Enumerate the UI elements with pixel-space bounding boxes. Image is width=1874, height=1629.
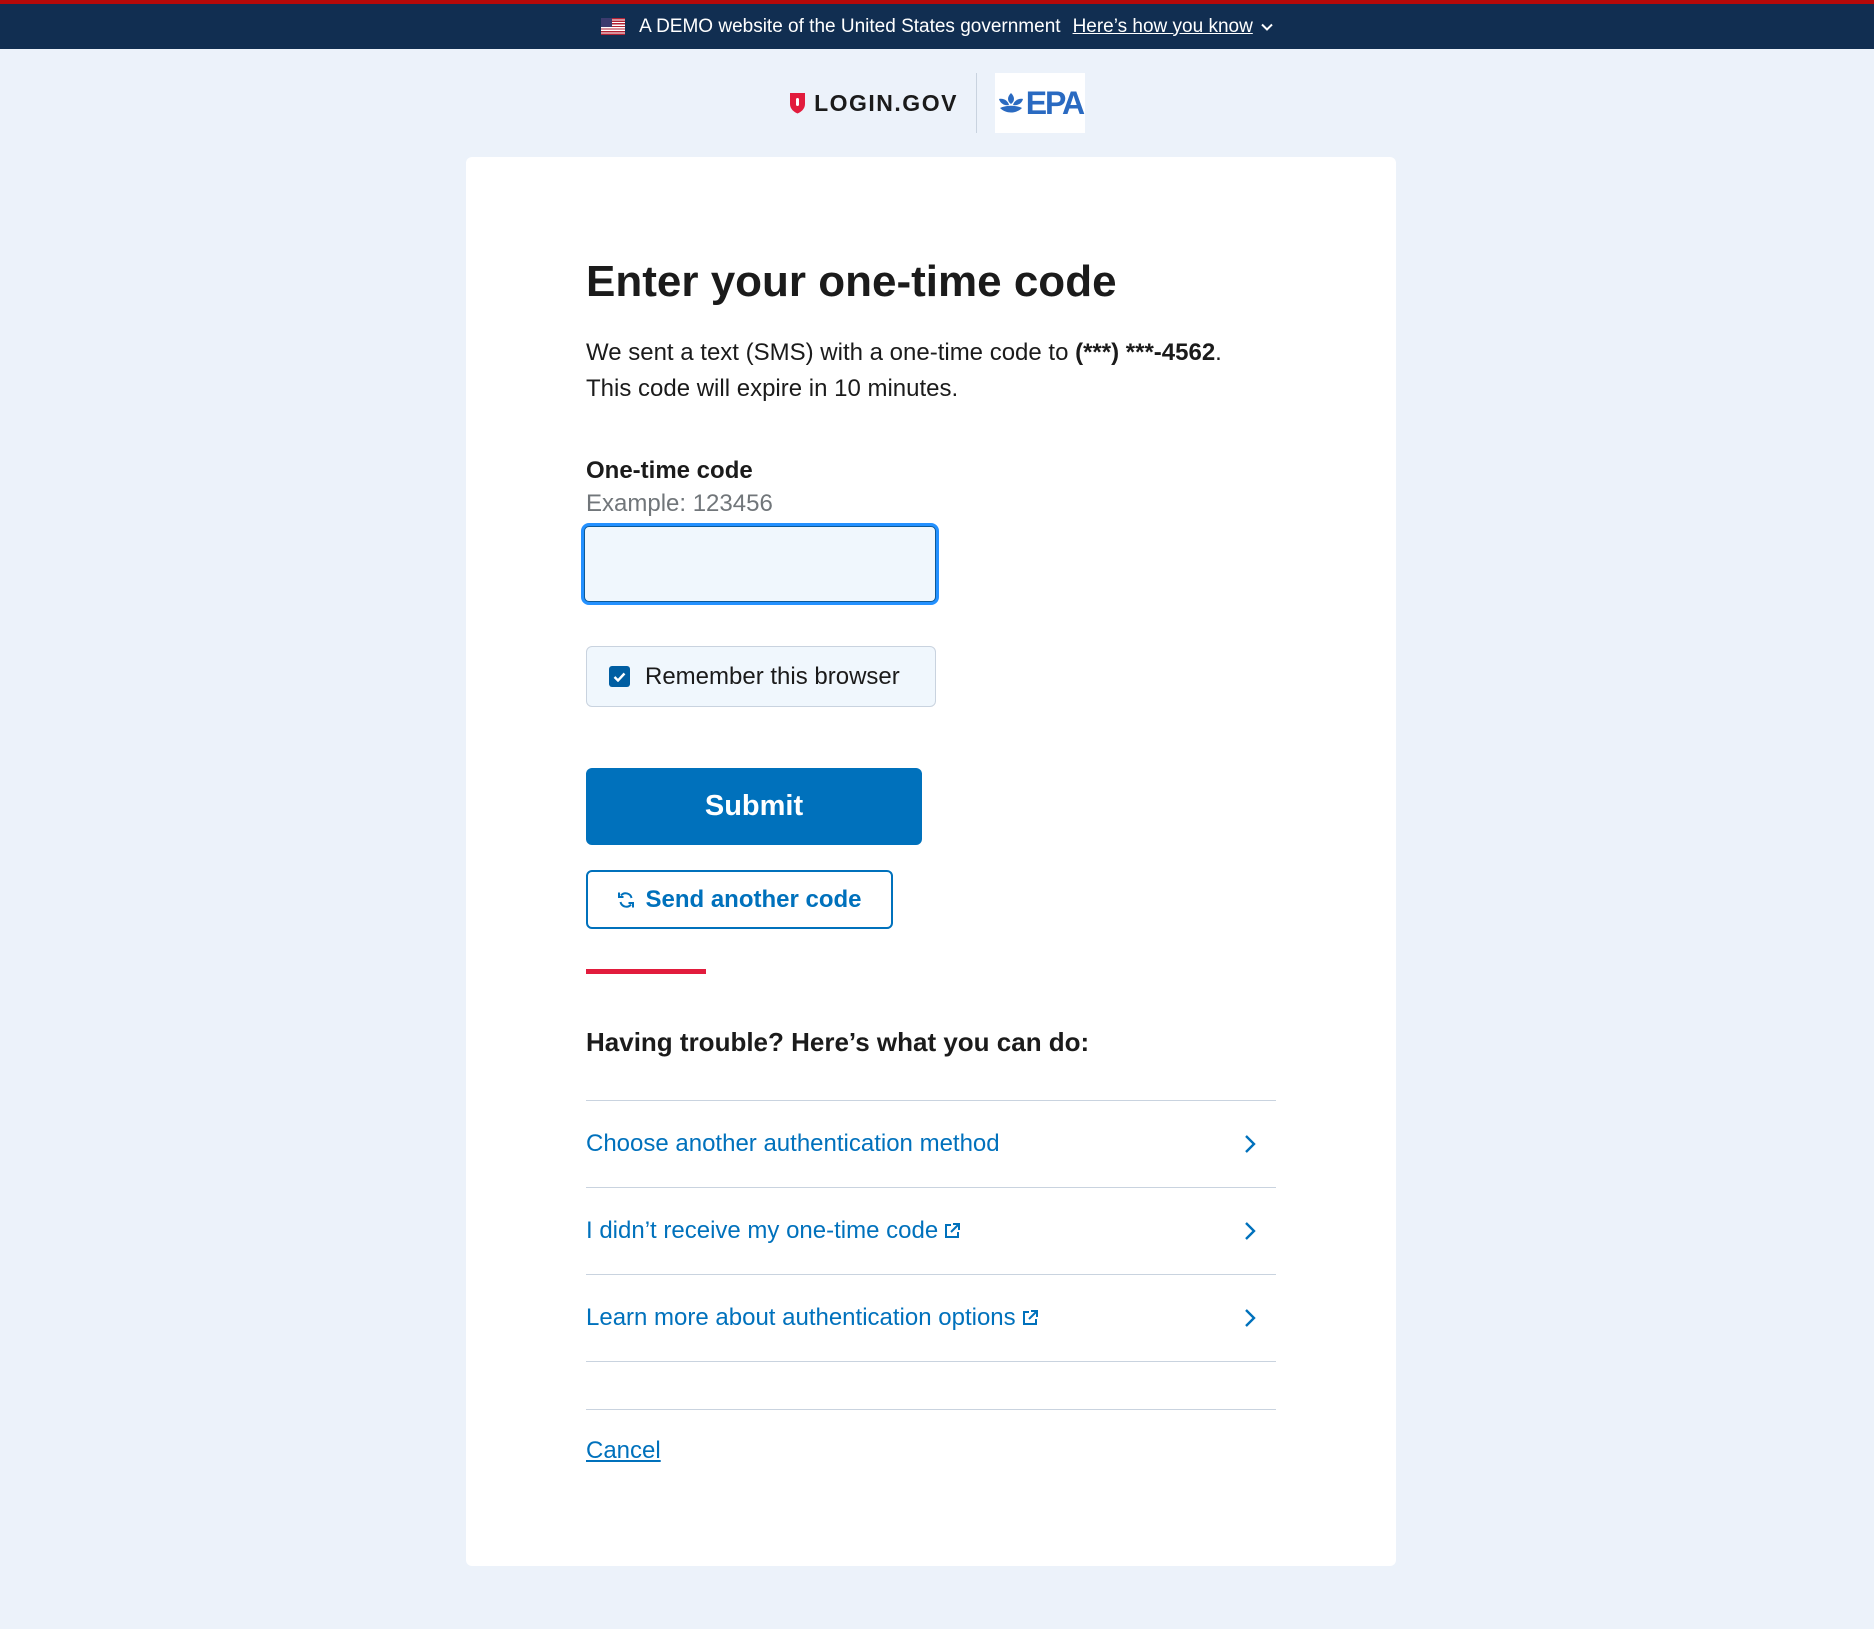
trouble-item-label: Choose another authentication method xyxy=(586,1130,1000,1158)
choose-another-method-link[interactable]: Choose another authentication method xyxy=(586,1101,1276,1188)
logingov-text: LOGIN.GOV xyxy=(814,89,958,116)
us-flag-icon xyxy=(601,18,626,35)
epa-text: EPA xyxy=(1025,84,1085,121)
code-field-hint: Example: 123456 xyxy=(586,490,773,517)
logo-divider xyxy=(975,73,977,133)
trouble-item-text: Choose another authentication method xyxy=(586,1130,1000,1157)
cancel-link[interactable]: Cancel xyxy=(586,1437,661,1465)
banner-link-label: Here’s how you know xyxy=(1072,15,1253,37)
trouble-item-label: I didn’t receive my one-time code xyxy=(586,1217,961,1245)
intro-prefix: We sent a text (SMS) with a one-time cod… xyxy=(586,339,1076,366)
trouble-heading: Having trouble? Here’s what you can do: xyxy=(586,1027,1090,1057)
shield-icon xyxy=(789,92,806,114)
accent-divider xyxy=(586,969,706,974)
submit-button[interactable]: Submit xyxy=(586,768,922,845)
masked-phone-number: (***) ***-4562 xyxy=(1075,339,1216,366)
gov-banner: A DEMO website of the United States gove… xyxy=(0,0,1874,49)
heres-how-you-know-link[interactable]: Here’s how you know xyxy=(1073,16,1273,38)
intro-suffix: . xyxy=(1215,339,1222,366)
one-time-code-input[interactable] xyxy=(581,523,939,605)
intro-text: We sent a text (SMS) with a one-time cod… xyxy=(586,335,1276,407)
trouble-item-text: Learn more about authentication options xyxy=(586,1304,1016,1331)
refresh-icon xyxy=(617,891,635,909)
external-link-icon xyxy=(1021,1309,1039,1327)
send-another-code-button[interactable]: Send another code xyxy=(586,870,893,929)
epa-logo: EPA xyxy=(994,73,1085,133)
chevron-right-icon xyxy=(1244,1221,1256,1241)
logingov-logo: LOGIN.GOV xyxy=(789,90,976,117)
epa-flower-icon xyxy=(997,89,1025,117)
trouble-item-text: I didn’t receive my one-time code xyxy=(586,1217,939,1244)
trouble-item-label: Learn more about authentication options xyxy=(586,1304,1039,1332)
remember-browser-checkbox[interactable]: Remember this browser xyxy=(586,646,936,707)
chevron-down-icon xyxy=(1261,23,1273,31)
logo-row: LOGIN.GOV EPA xyxy=(0,72,1874,134)
footer-divider xyxy=(586,1409,1276,1410)
code-field-label: One-time code xyxy=(586,457,753,484)
didnt-receive-code-link[interactable]: I didn’t receive my one-time code xyxy=(586,1188,1276,1275)
expiry-text: This code will expire in 10 minutes. xyxy=(586,375,959,402)
main-card: Enter your one-time code We sent a text … xyxy=(466,157,1396,1566)
banner-text: A DEMO website of the United States gove… xyxy=(639,15,1061,37)
remember-browser-label: Remember this browser xyxy=(645,662,900,690)
send-another-code-label: Send another code xyxy=(645,885,862,913)
chevron-right-icon xyxy=(1244,1134,1256,1154)
trouble-options-list: Choose another authentication method I d… xyxy=(586,1100,1276,1362)
chevron-right-icon xyxy=(1244,1308,1256,1328)
external-link-icon xyxy=(943,1222,961,1240)
page-title: Enter your one-time code xyxy=(586,257,1117,306)
learn-more-auth-options-link[interactable]: Learn more about authentication options xyxy=(586,1275,1276,1362)
checkmark-icon xyxy=(609,666,630,687)
